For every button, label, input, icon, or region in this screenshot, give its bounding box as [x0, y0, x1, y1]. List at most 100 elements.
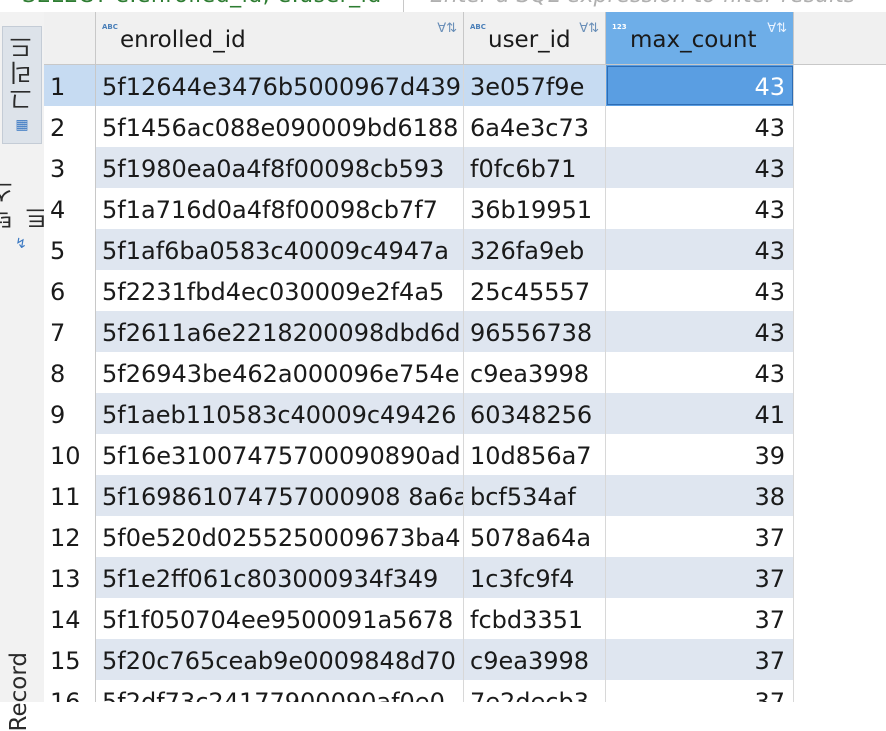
table-row[interactable]: 9 5f1aeb110583c40009c49426 60348256 41 — [44, 393, 794, 434]
text-icon: ↯ — [15, 236, 27, 252]
row-number[interactable]: 2 — [44, 106, 96, 147]
row-number[interactable]: 16 — [44, 680, 96, 702]
record-toggle[interactable]: Record — [6, 652, 32, 731]
cell-enrolled-id[interactable]: 5f2df73c24177900090af0e0 — [96, 680, 464, 702]
row-number[interactable]: 5 — [44, 229, 96, 270]
cell-max-count[interactable]: 43 — [606, 65, 794, 106]
filter-sort-icon[interactable]: ∀⇅ — [579, 21, 599, 36]
cell-user-id[interactable]: c9ea3998 — [464, 639, 606, 680]
cell-enrolled-id[interactable]: 5f0e520d0255250009673ba4 — [96, 516, 464, 557]
row-number[interactable]: 4 — [44, 188, 96, 229]
cell-enrolled-id[interactable]: 5f169861074757000908 8a6a — [96, 475, 464, 516]
row-number[interactable]: 8 — [44, 352, 96, 393]
row-number[interactable]: 14 — [44, 598, 96, 639]
cell-enrolled-id[interactable]: 5f16e31007475700090890ad — [96, 434, 464, 475]
tab-grid-label: 그리드 — [8, 33, 37, 111]
table-row[interactable]: 1 5f12644e3476b5000967d439 3e057f9e 43 — [44, 65, 794, 106]
column-header-user-id[interactable]: ABC user_id ∀⇅ — [464, 12, 606, 64]
table-row[interactable]: 8 5f26943be462a000096e754e c9ea3998 43 — [44, 352, 794, 393]
cell-enrolled-id[interactable]: 5f2231fbd4ec030009e2f4a5 — [96, 270, 464, 311]
cell-user-id[interactable]: 1c3fc9f4 — [464, 557, 606, 598]
row-number[interactable]: 7 — [44, 311, 96, 352]
cell-user-id[interactable]: 25c45557 — [464, 270, 606, 311]
table-row[interactable]: 14 5f1f050704ee9500091a5678 fcbd3351 37 — [44, 598, 794, 639]
table-row[interactable]: 3 5f1980ea0a4f8f00098cb593 f0fc6b71 43 — [44, 147, 794, 188]
cell-max-count[interactable]: 43 — [606, 270, 794, 311]
cell-user-id[interactable]: 326fa9eb — [464, 229, 606, 270]
cell-enrolled-id[interactable]: 5f1f050704ee9500091a5678 — [96, 598, 464, 639]
cell-max-count[interactable]: 37 — [606, 639, 794, 680]
cell-max-count[interactable]: 37 — [606, 680, 794, 702]
cell-enrolled-id[interactable]: 5f1e2ff061c803000934f349 — [96, 557, 464, 598]
cell-enrolled-id[interactable]: 5f1aeb110583c40009c49426 — [96, 393, 464, 434]
cell-user-id[interactable]: 36b19951 — [464, 188, 606, 229]
cell-user-id[interactable]: 96556738 — [464, 311, 606, 352]
cell-max-count[interactable]: 43 — [606, 106, 794, 147]
column-header-enrolled-id[interactable]: ABC enrolled_id ∀⇅ — [96, 12, 464, 64]
cell-enrolled-id[interactable]: 5f20c765ceab9e0009848d70 — [96, 639, 464, 680]
type-badge: 123 — [612, 23, 627, 31]
table-row[interactable]: 6 5f2231fbd4ec030009e2f4a5 25c45557 43 — [44, 270, 794, 311]
row-number[interactable]: 3 — [44, 147, 96, 188]
row-number-header[interactable] — [44, 12, 96, 64]
table-row[interactable]: 4 5f1a716d0a4f8f00098cb7f7 36b19951 43 — [44, 188, 794, 229]
results-grid[interactable]: ABC enrolled_id ∀⇅ ABC user_id ∀⇅ 123 ma… — [44, 12, 886, 702]
cell-max-count[interactable]: 37 — [606, 557, 794, 598]
table-row[interactable]: 7 5f2611a6e2218200098dbd6d 96556738 43 — [44, 311, 794, 352]
query-text: SELECT e.enrolled_id, e.user_id — [22, 0, 382, 8]
table-row[interactable]: 11 5f169861074757000908 8a6a bcf534af 38 — [44, 475, 794, 516]
filter-input[interactable]: Enter a SQL expression to filter results — [430, 0, 855, 8]
cell-max-count[interactable]: 39 — [606, 434, 794, 475]
type-badge: ABC — [102, 23, 118, 31]
cell-user-id[interactable]: 7e2decb3 — [464, 680, 606, 702]
cell-user-id[interactable]: 3e057f9e — [464, 65, 606, 106]
cell-enrolled-id[interactable]: 5f1456ac088e090009bd6188 — [96, 106, 464, 147]
filter-sort-icon[interactable]: ∀⇅ — [767, 21, 787, 36]
table-row[interactable]: 13 5f1e2ff061c803000934f349 1c3fc9f4 37 — [44, 557, 794, 598]
row-number[interactable]: 10 — [44, 434, 96, 475]
cell-max-count[interactable]: 43 — [606, 188, 794, 229]
cell-enrolled-id[interactable]: 5f26943be462a000096e754e — [96, 352, 464, 393]
cell-user-id[interactable]: fcbd3351 — [464, 598, 606, 639]
cell-max-count[interactable]: 37 — [606, 598, 794, 639]
cell-user-id[interactable]: 60348256 — [464, 393, 606, 434]
cell-user-id[interactable]: 6a4e3c73 — [464, 106, 606, 147]
cell-max-count[interactable]: 43 — [606, 352, 794, 393]
cell-enrolled-id[interactable]: 5f1980ea0a4f8f00098cb593 — [96, 147, 464, 188]
filter-separator — [403, 0, 404, 12]
cell-max-count[interactable]: 38 — [606, 475, 794, 516]
cell-max-count[interactable]: 43 — [606, 147, 794, 188]
row-number[interactable]: 9 — [44, 393, 96, 434]
column-name: user_id — [488, 27, 571, 53]
table-row[interactable]: 5 5f1af6ba0583c40009c4947a 326fa9eb 43 — [44, 229, 794, 270]
table-row[interactable]: 16 5f2df73c24177900090af0e0 7e2decb3 37 — [44, 680, 794, 702]
cell-user-id[interactable]: f0fc6b71 — [464, 147, 606, 188]
row-number[interactable]: 11 — [44, 475, 96, 516]
cell-enrolled-id[interactable]: 5f2611a6e2218200098dbd6d — [96, 311, 464, 352]
cell-user-id[interactable]: 5078a64a — [464, 516, 606, 557]
table-row[interactable]: 15 5f20c765ceab9e0009848d70 c9ea3998 37 — [44, 639, 794, 680]
cell-user-id[interactable]: bcf534af — [464, 475, 606, 516]
cell-enrolled-id[interactable]: 5f12644e3476b5000967d439 — [96, 65, 464, 106]
cell-enrolled-id[interactable]: 5f1a716d0a4f8f00098cb7f7 — [96, 188, 464, 229]
table-row[interactable]: 10 5f16e31007475700090890ad 10d856a7 39 — [44, 434, 794, 475]
row-number[interactable]: 15 — [44, 639, 96, 680]
row-number[interactable]: 6 — [44, 270, 96, 311]
row-number[interactable]: 13 — [44, 557, 96, 598]
tab-grid[interactable]: 그리드 ▦ — [2, 26, 42, 144]
cell-max-count[interactable]: 37 — [606, 516, 794, 557]
cell-user-id[interactable]: 10d856a7 — [464, 434, 606, 475]
cell-max-count[interactable]: 41 — [606, 393, 794, 434]
row-number[interactable]: 1 — [44, 65, 96, 106]
column-header-max-count[interactable]: 123 max_count ∀⇅ — [606, 12, 794, 64]
cell-max-count[interactable]: 43 — [606, 229, 794, 270]
cell-max-count[interactable]: 43 — [606, 311, 794, 352]
tab-text[interactable]: 텍스트 ↯ — [0, 152, 53, 252]
table-row[interactable]: 2 5f1456ac088e090009bd6188 6a4e3c73 43 — [44, 106, 794, 147]
cell-user-id[interactable]: c9ea3998 — [464, 352, 606, 393]
filter-sort-icon[interactable]: ∀⇅ — [437, 21, 457, 36]
cell-enrolled-id[interactable]: 5f1af6ba0583c40009c4947a — [96, 229, 464, 270]
row-number[interactable]: 12 — [44, 516, 96, 557]
table-row[interactable]: 12 5f0e520d0255250009673ba4 5078a64a 37 — [44, 516, 794, 557]
column-name: enrolled_id — [120, 27, 246, 53]
